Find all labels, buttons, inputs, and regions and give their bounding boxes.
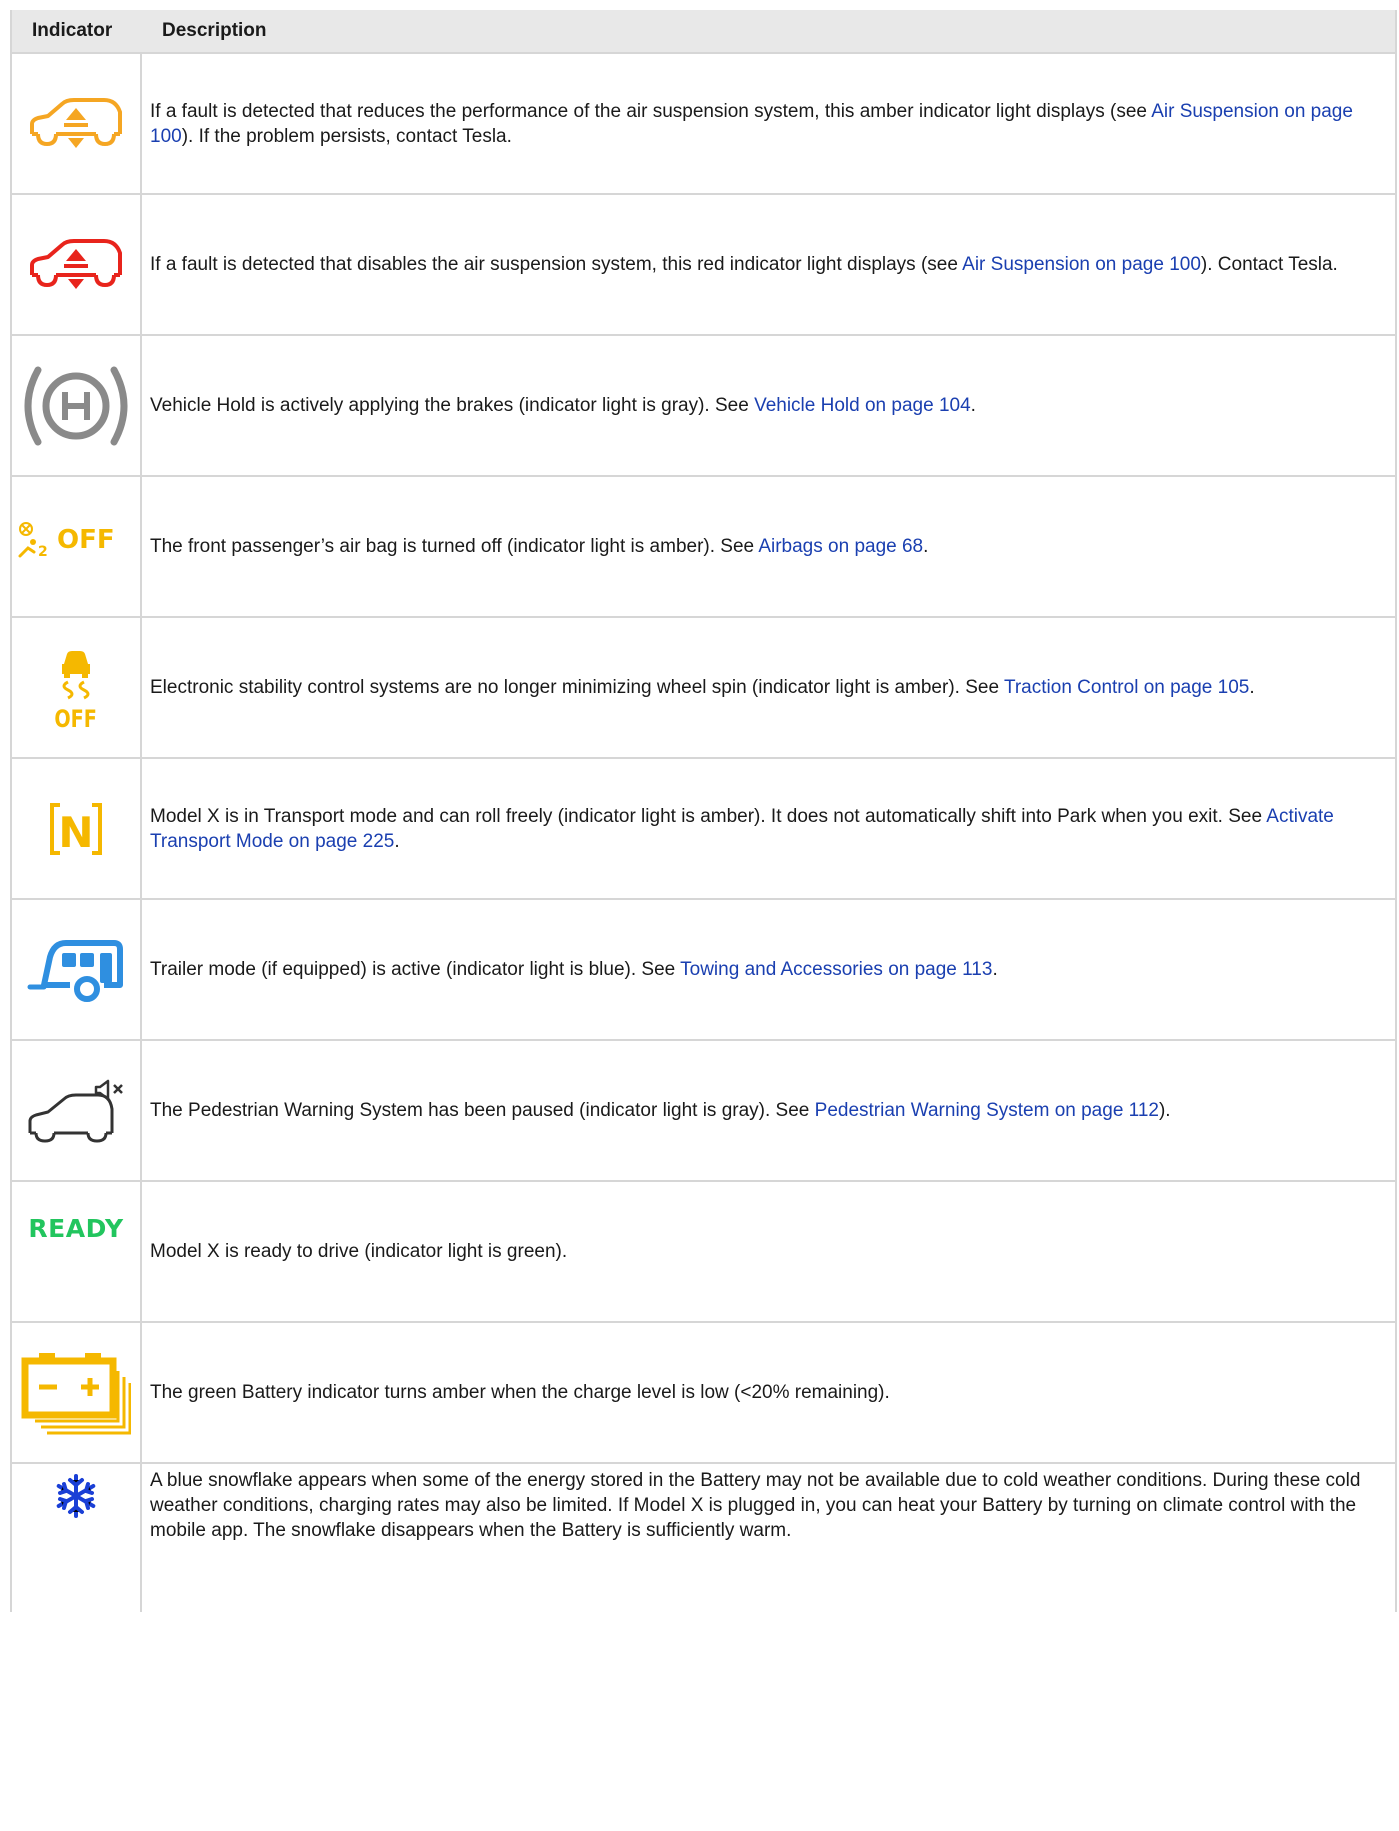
- passenger-airbag-off-icon: 2 OFF: [16, 520, 115, 560]
- indicator-cell: [12, 1323, 142, 1462]
- table-row: 2 OFF The front passenger’s air bag is t…: [12, 475, 1395, 616]
- trailer-mode-icon: [26, 935, 126, 1005]
- link-vehicle-hold[interactable]: Vehicle Hold on page 104: [754, 395, 971, 416]
- snowflake-icon: [54, 1474, 98, 1518]
- description-cell: Electronic stability control systems are…: [142, 618, 1395, 757]
- description-text: The green Battery indicator turns amber …: [150, 1382, 890, 1403]
- air-suspension-amber-icon: [26, 94, 126, 154]
- description-text: Electronic stability control systems are…: [150, 677, 1004, 698]
- vehicle-hold-icon: [20, 356, 132, 456]
- link-towing-accessories[interactable]: Towing and Accessories on page 113: [680, 959, 992, 980]
- description-text: Trailer mode (if equipped) is active (in…: [150, 959, 681, 980]
- ready-icon: READY: [28, 1214, 124, 1243]
- table-row: If a fault is detected that disables the…: [12, 193, 1395, 334]
- indicator-cell: [12, 900, 142, 1039]
- table-row: If a fault is detected that reduces the …: [12, 52, 1395, 193]
- indicator-cell: OFF: [12, 618, 142, 757]
- link-airbags[interactable]: Airbags on page 68: [758, 536, 923, 557]
- indicator-cell: 2 OFF: [12, 477, 142, 616]
- table-row: The green Battery indicator turns amber …: [12, 1321, 1395, 1462]
- link-traction-control[interactable]: Traction Control on page 105: [1004, 677, 1249, 698]
- description-text: If a fault is detected that reduces the …: [150, 100, 1152, 122]
- table-row: Trailer mode (if equipped) is active (in…: [12, 898, 1395, 1039]
- description-text-end: ).: [1158, 1100, 1171, 1121]
- description-cell: Vehicle Hold is actively applying the br…: [142, 336, 1395, 475]
- indicator-cell: [12, 1041, 142, 1180]
- pedestrian-warning-paused-icon: [24, 1079, 128, 1143]
- description-text: The front passenger’s air bag is turned …: [150, 536, 759, 557]
- table-row: A blue snowflake appears when some of th…: [12, 1462, 1395, 1612]
- description-text-end: .: [970, 395, 976, 416]
- description-text-end: ). If the problem persists, contact Tesl…: [181, 125, 512, 147]
- description-text-end: .: [992, 959, 998, 980]
- description-text: The Pedestrian Warning System has been p…: [150, 1100, 815, 1121]
- description-cell: The green Battery indicator turns amber …: [142, 1323, 1395, 1462]
- description-cell: If a fault is detected that disables the…: [142, 195, 1395, 334]
- indicator-cell: [12, 1464, 142, 1612]
- description-cell: The Pedestrian Warning System has been p…: [142, 1041, 1395, 1180]
- description-text-end: .: [394, 830, 400, 852]
- description-cell: The front passenger’s air bag is turned …: [142, 477, 1395, 616]
- table-row: READY Model X is ready to drive (indicat…: [12, 1180, 1395, 1321]
- indicator-cell: [12, 195, 142, 334]
- description-text-end: ). Contact Tesla.: [1200, 254, 1338, 275]
- table-row: Vehicle Hold is actively applying the br…: [12, 334, 1395, 475]
- svg-text:2: 2: [38, 544, 48, 560]
- airbag-off-label: OFF: [57, 524, 115, 555]
- transport-mode-icon: N: [46, 799, 106, 859]
- description-cell: Model X is in Transport mode and can rol…: [142, 759, 1395, 898]
- indicator-cell: [12, 336, 142, 475]
- description-text: Vehicle Hold is actively applying the br…: [150, 395, 755, 416]
- indicator-table: Indicator Description If a fault is dete…: [10, 10, 1397, 1612]
- header-indicator: Indicator: [32, 20, 113, 41]
- description-text-end: .: [1249, 677, 1255, 698]
- transport-mode-letter: N: [58, 808, 93, 857]
- description-text-end: .: [923, 536, 929, 557]
- description-cell: Model X is ready to drive (indicator lig…: [142, 1182, 1395, 1321]
- indicator-cell: N: [12, 759, 142, 898]
- traction-control-off-icon: OFF: [49, 646, 102, 733]
- traction-off-label: OFF: [54, 704, 98, 733]
- description-text: A blue snowflake appears when some of th…: [150, 1470, 1361, 1541]
- header-description: Description: [162, 20, 267, 41]
- description-text: If a fault is detected that disables the…: [150, 254, 963, 275]
- table-row: OFF Electronic stability control systems…: [12, 616, 1395, 757]
- description-cell: If a fault is detected that reduces the …: [142, 54, 1395, 193]
- indicator-cell: [12, 54, 142, 193]
- description-text: Model X is ready to drive (indicator lig…: [150, 1241, 568, 1262]
- battery-low-icon: [21, 1349, 131, 1437]
- table-row: The Pedestrian Warning System has been p…: [12, 1039, 1395, 1180]
- link-pedestrian-warning[interactable]: Pedestrian Warning System on page 112: [815, 1100, 1159, 1121]
- air-suspension-red-icon: [26, 235, 126, 295]
- description-text: Model X is in Transport mode and can rol…: [150, 805, 1267, 827]
- indicator-cell: READY: [12, 1182, 142, 1321]
- link-air-suspension[interactable]: Air Suspension on page 100: [962, 254, 1201, 275]
- description-cell: Trailer mode (if equipped) is active (in…: [142, 900, 1395, 1039]
- table-header: Indicator Description: [12, 10, 1395, 52]
- table-row: N Model X is in Transport mode and can r…: [12, 757, 1395, 898]
- description-cell: A blue snowflake appears when some of th…: [142, 1464, 1395, 1612]
